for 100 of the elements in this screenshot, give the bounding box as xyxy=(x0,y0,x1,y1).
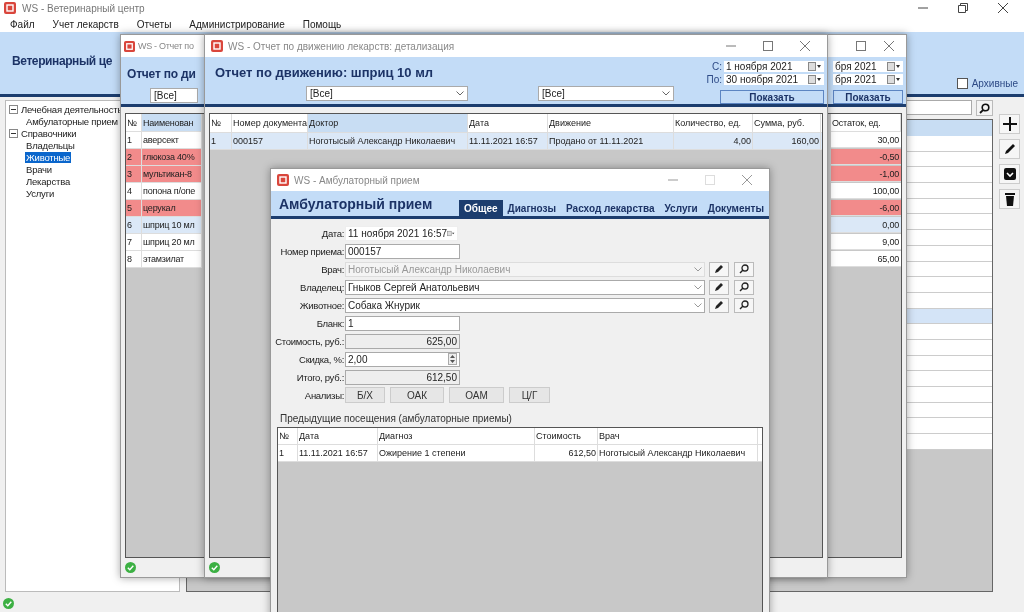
archive-button[interactable] xyxy=(999,164,1020,184)
calendar-icon[interactable] xyxy=(808,75,822,84)
tree-item[interactable]: Справочники xyxy=(20,127,78,139)
date-field[interactable]: 30 ноября 2021 xyxy=(724,74,824,85)
filter-dropdown[interactable]: [Все] xyxy=(538,86,674,101)
edit-button[interactable] xyxy=(709,279,729,295)
tree-item[interactable]: Владельцы xyxy=(25,139,76,151)
table-row[interactable] xyxy=(906,324,992,340)
tree-item[interactable]: Врачи xyxy=(25,163,53,175)
table-row[interactable] xyxy=(906,434,992,450)
table-cell: мультикан-8 xyxy=(142,166,202,182)
column-header[interactable]: Врач xyxy=(598,428,758,444)
collapse-icon[interactable] xyxy=(9,104,18,114)
date-field[interactable]: бря 2021 xyxy=(833,74,903,85)
date-field[interactable]: 11 ноября 2021 16:57 xyxy=(345,225,458,241)
archived-checkbox[interactable] xyxy=(956,78,968,89)
search-button[interactable] xyxy=(734,297,754,313)
table-row[interactable]: 1 11.11.2021 16:57 Ожирение 1 степени 612,50 Ноготысый Александр Николаевич xyxy=(278,445,762,462)
tab[interactable]: Общее xyxy=(459,200,503,216)
column-header[interactable]: Количество, ед. xyxy=(674,114,753,132)
tree-item[interactable]: Животные xyxy=(25,151,72,163)
analysis-button[interactable]: ОАК xyxy=(390,387,444,403)
menu-item[interactable]: Отчеты xyxy=(136,18,172,30)
lookup-dropdown[interactable]: Собака Жнурик xyxy=(345,297,705,313)
table-row[interactable] xyxy=(906,418,992,435)
restore-icon[interactable] xyxy=(958,3,968,13)
calendar-icon[interactable] xyxy=(808,62,822,71)
table-row[interactable]: 8 этамзилат xyxy=(126,251,202,268)
close-icon[interactable] xyxy=(998,3,1008,13)
table-row[interactable] xyxy=(906,183,992,199)
filter-dropdown[interactable]: [Все] xyxy=(306,86,468,101)
column-header[interactable]: Стоимость xyxy=(535,428,598,444)
tree-item[interactable]: Услуги xyxy=(25,187,55,199)
spin-field[interactable]: 2,00 xyxy=(345,351,460,367)
tree-item[interactable]: Амбулаторные прием xyxy=(25,115,119,127)
table-row[interactable]: 2 глюкоза 40% xyxy=(126,149,202,166)
show-button[interactable]: Показать xyxy=(833,90,903,104)
menu-item[interactable]: Учет лекарств xyxy=(52,18,119,30)
show-button[interactable]: Показать xyxy=(720,90,824,104)
close-icon[interactable] xyxy=(800,41,810,51)
column-header[interactable]: Наименован xyxy=(142,114,202,131)
table-row[interactable]: 3 мультикан-8 xyxy=(126,166,202,183)
add-button[interactable] xyxy=(999,114,1020,134)
column-header[interactable]: Дата xyxy=(468,114,548,132)
table-cell: церукал xyxy=(142,200,202,216)
tree-item[interactable]: Лечебная деятельность xyxy=(20,103,124,115)
edit-button[interactable] xyxy=(999,139,1020,159)
calendar-icon[interactable] xyxy=(887,75,901,84)
analysis-button[interactable]: Б/Х xyxy=(345,387,385,403)
edit-button[interactable] xyxy=(709,261,729,277)
app-icon xyxy=(211,40,223,52)
search-field[interactable] xyxy=(906,100,972,115)
table-row[interactable]: 1 аверсект xyxy=(126,132,202,149)
column-header[interactable]: Дата xyxy=(298,428,378,444)
tab[interactable]: Диагнозы xyxy=(502,200,562,216)
column-header[interactable]: Доктор xyxy=(308,114,468,132)
maximize-icon[interactable] xyxy=(763,41,773,51)
column-header[interactable]: Сумма, руб. xyxy=(753,114,821,132)
delete-button[interactable] xyxy=(999,189,1020,209)
column-header[interactable]: № xyxy=(278,428,298,444)
maximize-icon[interactable] xyxy=(856,41,866,51)
table-row[interactable]: 7 шприц 20 мл xyxy=(126,234,202,251)
column-header[interactable]: Диагноз xyxy=(378,428,535,444)
input-field[interactable]: 1 xyxy=(345,315,460,331)
search-button[interactable] xyxy=(734,279,754,295)
date-field[interactable]: 1 ноября 2021 xyxy=(724,61,824,72)
analysis-button[interactable]: ОАМ xyxy=(449,387,504,403)
table-row[interactable]: 1 000157 Ноготысый Александр Николаевич 11.11.2021 16:57 Продано от 11.11.2021 4,00 160,00 xyxy=(210,133,822,150)
analysis-button[interactable]: Ц/Г xyxy=(509,387,550,403)
edit-button[interactable] xyxy=(709,297,729,313)
table-row[interactable] xyxy=(906,387,992,403)
lookup-dropdown[interactable]: Гныков Сергей Анатольевич xyxy=(345,279,705,295)
collapse-icon[interactable] xyxy=(9,128,18,138)
table-row[interactable] xyxy=(906,277,992,293)
table-row[interactable]: 4 попона п/опе xyxy=(126,183,202,200)
menu-item[interactable]: Файл xyxy=(10,18,35,30)
table-row[interactable] xyxy=(906,214,992,231)
tab[interactable]: Расход лекарства xyxy=(561,200,660,216)
search-button[interactable] xyxy=(976,100,993,116)
column-header[interactable]: № xyxy=(210,114,232,132)
table-row[interactable] xyxy=(906,167,992,184)
search-button[interactable] xyxy=(734,261,754,277)
tree-item[interactable]: Лекарства xyxy=(25,175,71,187)
tab[interactable]: Услуги xyxy=(659,200,703,216)
table-row[interactable]: 6 шприц 10 мл xyxy=(126,217,202,234)
table-row[interactable] xyxy=(906,136,992,152)
input-field[interactable]: 000157 xyxy=(345,243,460,259)
menu-item[interactable]: Администрирование xyxy=(189,18,285,30)
close-icon[interactable] xyxy=(884,41,894,51)
table-row[interactable] xyxy=(906,230,992,246)
tab[interactable]: Документы xyxy=(702,200,769,216)
date-field[interactable]: бря 2021 xyxy=(833,61,903,72)
menu-item[interactable]: Помощь xyxy=(302,18,342,30)
table-row[interactable] xyxy=(906,371,992,387)
filter-dropdown[interactable]: [Все] xyxy=(150,88,198,103)
spinner-icon[interactable] xyxy=(448,353,457,365)
calendar-icon[interactable] xyxy=(887,62,901,71)
column-header[interactable]: Остаток, ед. xyxy=(831,114,901,131)
table-row[interactable]: 5 церукал xyxy=(126,200,202,217)
column-header[interactable]: Движение xyxy=(548,114,674,132)
